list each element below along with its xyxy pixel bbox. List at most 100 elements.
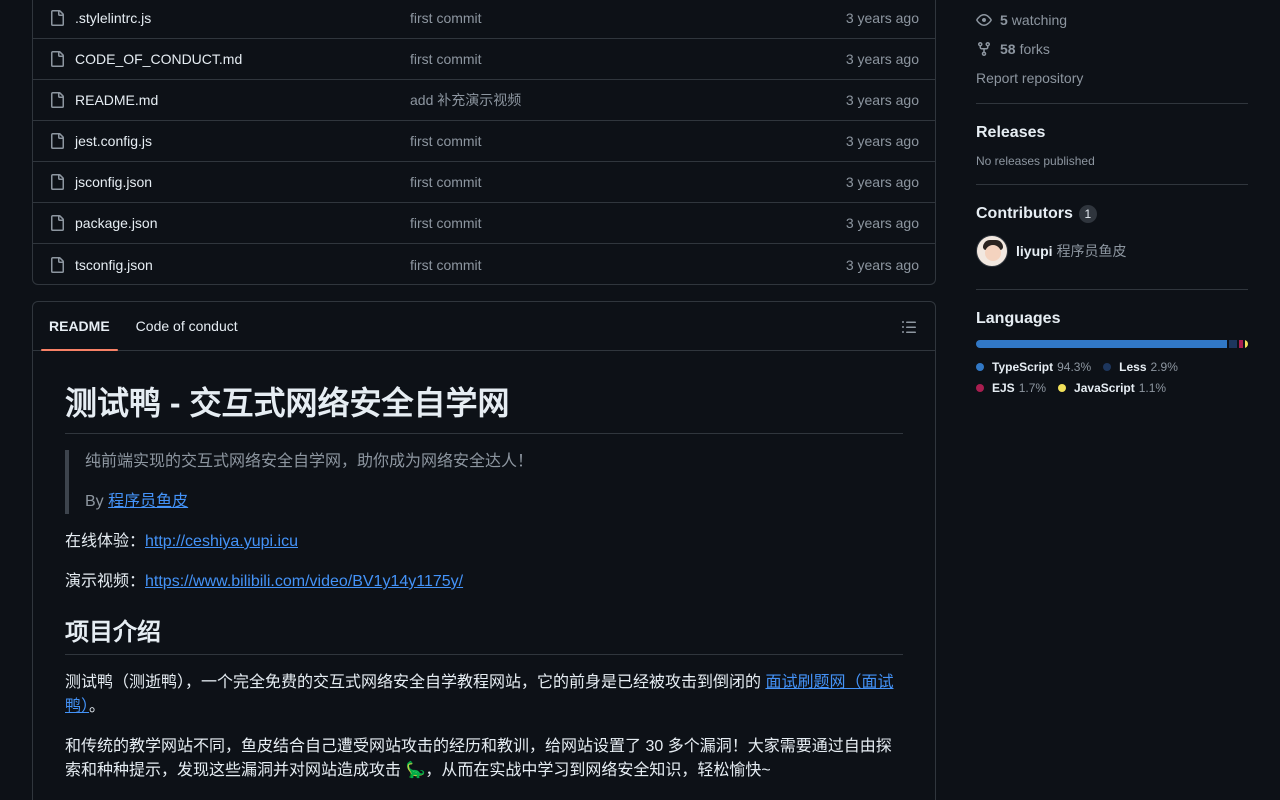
contributors-heading[interactable]: Contributors 1 <box>976 205 1248 223</box>
report-repository-link[interactable]: Report repository <box>976 63 1248 92</box>
file-row[interactable]: tsconfig.json first commit 3 years ago <box>33 244 935 284</box>
language-name: TypeScript <box>992 359 1054 374</box>
intro-paragraph-2: 和传统的教学网站不同，鱼皮结合自己遭受网站攻击的经历和教训，给网站设置了 30 … <box>65 738 892 779</box>
languages-title: Languages <box>976 310 1061 327</box>
language-bar-segment <box>1228 340 1237 348</box>
language-bar-segment <box>1238 340 1244 348</box>
commit-message[interactable]: first commit <box>410 51 846 67</box>
contributors-count-badge: 1 <box>1078 205 1097 223</box>
video-link[interactable]: https://www.bilibili.com/video/BV1y14y11… <box>145 573 463 590</box>
online-demo: 在线体验：http://ceshiya.yupi.icu <box>65 530 903 554</box>
commit-message[interactable]: first commit <box>410 133 846 149</box>
file-row[interactable]: CODE_OF_CONDUCT.md first commit 3 years … <box>33 39 935 80</box>
language-name: JavaScript <box>1074 380 1135 395</box>
file-row[interactable]: .stylelintrc.js first commit 3 years ago <box>33 0 935 39</box>
commit-age: 3 years ago <box>845 174 919 190</box>
avatar[interactable] <box>976 235 1008 267</box>
file-name[interactable]: README.md <box>75 92 410 108</box>
contributors-title[interactable]: Contributors <box>976 205 1073 223</box>
releases-heading[interactable]: Releases <box>976 124 1248 142</box>
quote-text: 纯前端实现的交互式网络安全自学网，助你成为网络安全达人！ <box>85 453 534 470</box>
language-dot-icon <box>1103 362 1112 371</box>
file-list: .stylelintrc.js first commit 3 years ago… <box>32 0 936 285</box>
author-link[interactable]: 程序员鱼皮 <box>108 493 188 510</box>
language-item[interactable]: JavaScript 1.1% <box>1058 377 1166 398</box>
commit-age: 3 years ago <box>845 92 919 108</box>
readme-title: 测试鸭 - 交互式网络安全自学网 <box>65 383 903 434</box>
language-bar-segment <box>976 340 1227 348</box>
readme-tabs: README Code of conduct <box>33 302 935 351</box>
quote-byline: By 程序员鱼皮 <box>85 490 903 514</box>
watching-label: watching <box>1011 11 1068 28</box>
file-name[interactable]: tsconfig.json <box>75 257 410 273</box>
file-row[interactable]: package.json first commit 3 years ago <box>33 203 935 244</box>
language-bar <box>976 340 1248 348</box>
commit-message[interactable]: first commit <box>410 257 846 273</box>
divider <box>976 103 1248 104</box>
file-name[interactable]: jest.config.js <box>75 133 410 149</box>
file-icon <box>49 133 65 149</box>
table-of-contents-icon[interactable] <box>901 319 917 335</box>
forks-stat[interactable]: 58 forks <box>976 34 1248 63</box>
commit-message[interactable]: first commit <box>410 10 846 26</box>
watching-count: 5 <box>1000 11 1008 28</box>
language-dot-icon <box>976 362 984 371</box>
language-percent: 94.3% <box>1057 359 1092 374</box>
contributor-item[interactable]: liyupi 程序员鱼皮 <box>976 235 1248 267</box>
intro-paragraph-1: 测试鸭（测逝鸭），一个完全免费的交互式网络安全自学教程网站，它的前身是已经被攻击… <box>65 671 903 719</box>
language-percent: 2.9% <box>1150 359 1178 374</box>
file-name[interactable]: CODE_OF_CONDUCT.md <box>75 51 410 67</box>
forks-count: 58 <box>1000 40 1016 57</box>
file-name[interactable]: .stylelintrc.js <box>75 10 410 26</box>
language-item[interactable]: Less 2.9% <box>1103 356 1178 377</box>
contributor-fullname: 程序员鱼皮 <box>1056 243 1127 259</box>
file-icon <box>49 10 65 26</box>
language-list: TypeScript 94.3% Less 2.9% EJS 1.7% JavaScript… <box>976 356 1248 398</box>
file-icon <box>49 174 65 190</box>
eye-icon <box>976 12 992 28</box>
language-percent: 1.7% <box>1018 380 1047 395</box>
fork-icon <box>976 41 992 57</box>
file-row[interactable]: jest.config.js first commit 3 years ago <box>33 121 935 162</box>
watching-stat[interactable]: 5 watching <box>976 5 1248 34</box>
file-row[interactable]: README.md add 补充演示视频 3 years ago <box>33 80 935 121</box>
intro-text: 测试鸭（测逝鸭），一个完全免费的交互式网络安全自学教程网站，它的前身是已经被攻击… <box>65 674 766 691</box>
commit-message[interactable]: add 补充演示视频 <box>410 90 846 110</box>
language-percent: 1.1% <box>1138 380 1167 395</box>
language-item[interactable]: EJS 1.7% <box>976 377 1046 398</box>
language-name: Less <box>1119 359 1147 374</box>
readme-content: 测试鸭 - 交互式网络安全自学网 纯前端实现的交互式网络安全自学网，助你成为网络… <box>33 383 935 783</box>
quote-by: By <box>85 493 109 510</box>
commit-message[interactable]: first commit <box>410 174 846 190</box>
repo-sidebar: 5 watching 58 forks Report repository Re… <box>976 0 1248 398</box>
no-releases-text: No releases published <box>976 154 1095 168</box>
commit-message[interactable]: first commit <box>410 215 846 231</box>
online-link[interactable]: http://ceshiya.yupi.icu <box>145 533 298 550</box>
tab-readme[interactable]: README <box>41 302 118 351</box>
commit-age: 3 years ago <box>845 133 919 149</box>
file-name[interactable]: jsconfig.json <box>75 174 410 190</box>
video-label: 演示视频： <box>65 573 146 590</box>
language-dot-icon <box>1058 383 1067 392</box>
file-row[interactable]: jsconfig.json first commit 3 years ago <box>33 162 935 203</box>
online-label: 在线体验： <box>65 533 146 550</box>
file-icon <box>49 92 65 108</box>
divider <box>976 289 1248 290</box>
languages-heading: Languages <box>976 310 1248 328</box>
file-icon <box>49 256 65 273</box>
language-item[interactable]: TypeScript 94.3% <box>976 356 1091 377</box>
intro-heading: 项目介绍 <box>65 618 903 655</box>
language-dot-icon <box>976 383 984 392</box>
contributor-login[interactable]: liyupi <box>1016 243 1053 259</box>
file-icon <box>49 51 65 67</box>
intro-end: 。 <box>89 698 106 715</box>
commit-age: 3 years ago <box>845 256 919 273</box>
language-bar-segment <box>1245 340 1248 348</box>
releases-title[interactable]: Releases <box>976 124 1045 142</box>
language-name: EJS <box>992 380 1015 395</box>
readme-panel: README Code of conduct 测试鸭 - 交互式网络安全自学网 … <box>32 301 936 800</box>
tab-code-of-conduct[interactable]: Code of conduct <box>136 302 238 350</box>
file-icon <box>49 215 65 231</box>
file-name[interactable]: package.json <box>75 215 410 231</box>
blockquote: 纯前端实现的交互式网络安全自学网，助你成为网络安全达人！ By 程序员鱼皮 <box>65 450 903 514</box>
